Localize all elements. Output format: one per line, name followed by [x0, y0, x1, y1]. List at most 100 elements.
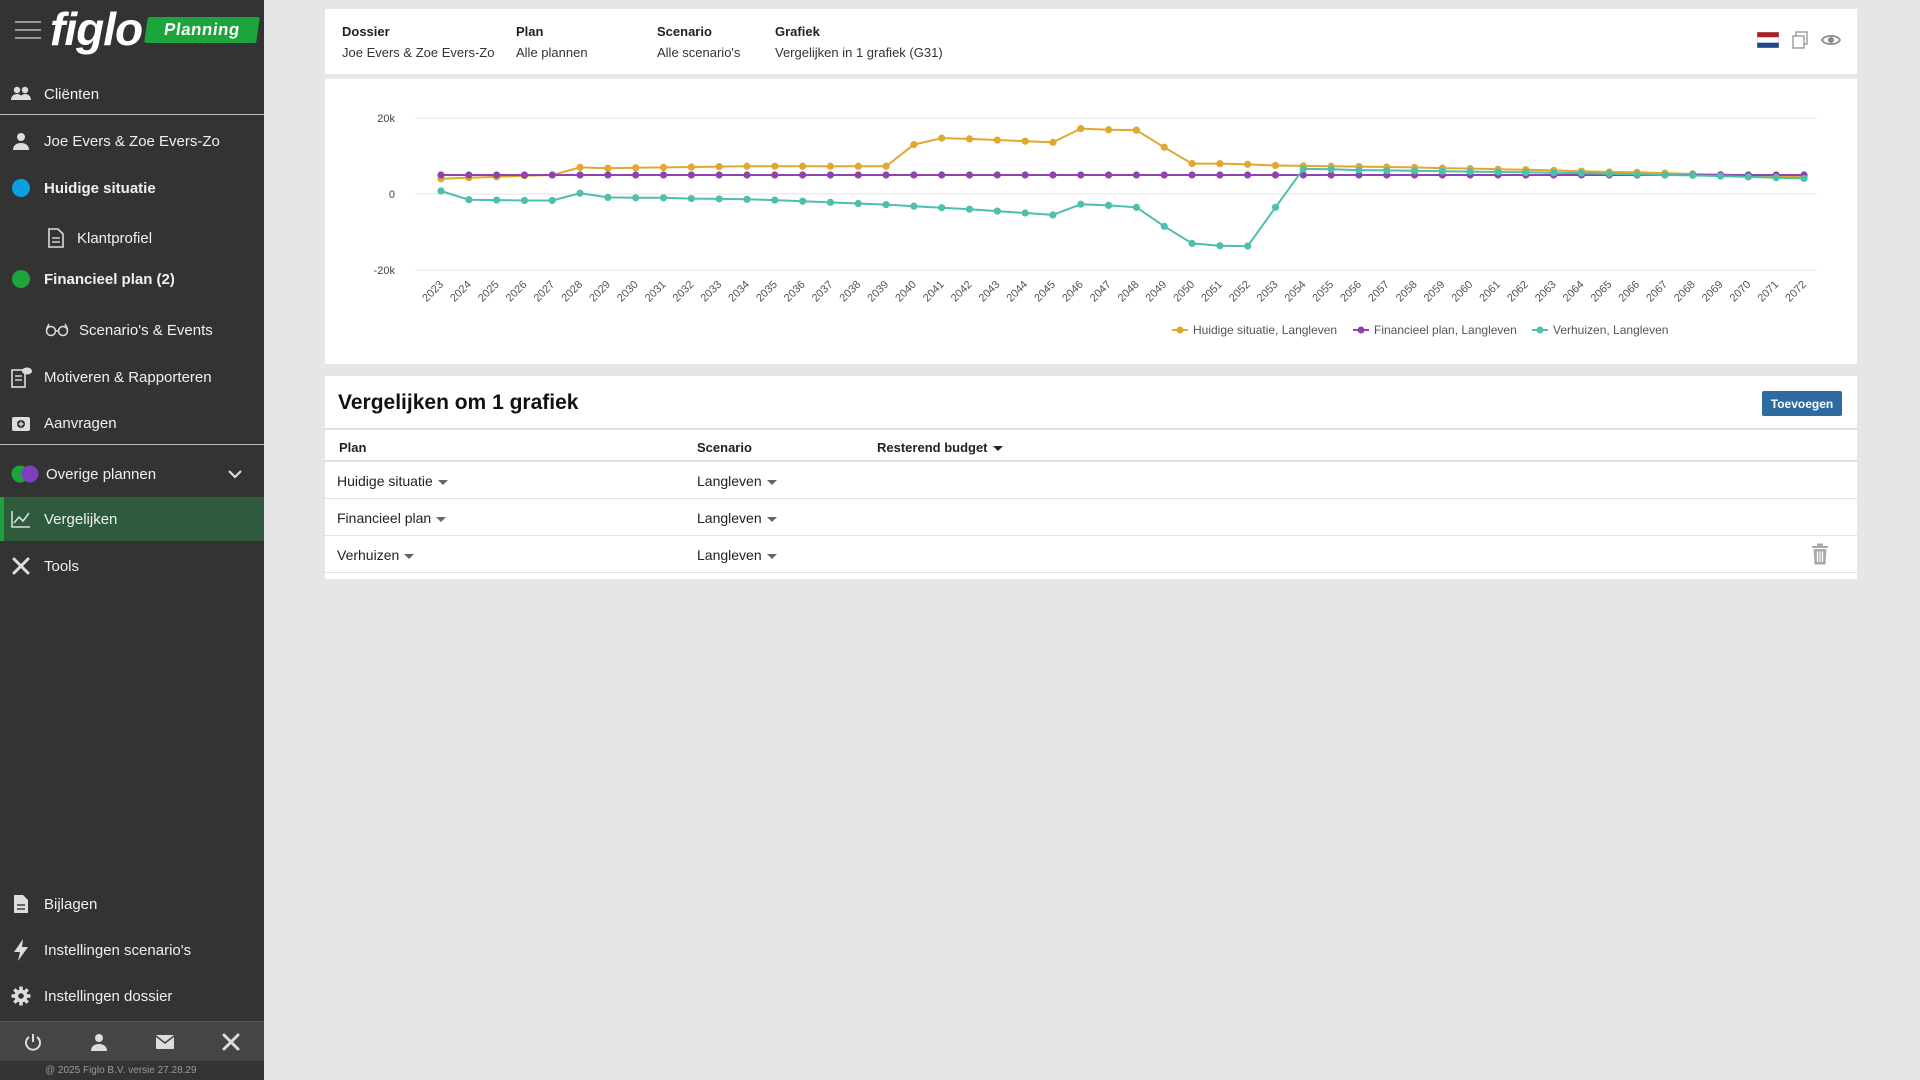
x-tick-label: 2034 [726, 279, 752, 305]
copy-icon[interactable] [1791, 31, 1809, 54]
x-tick-label: 2052 [1227, 279, 1253, 305]
legend-swatch-dot [1176, 326, 1184, 334]
data-point [1800, 174, 1808, 183]
legend-label: Financieel plan, Langleven [1374, 323, 1517, 337]
sidebar-item-label: Overige plannen [46, 465, 157, 483]
x-tick-label: 2048 [1116, 279, 1142, 305]
figlo-logo: figlo [50, 3, 143, 55]
x-tick-label: 2042 [949, 279, 975, 305]
data-point [1410, 167, 1419, 175]
data-point [1244, 171, 1252, 179]
chevron-down-icon[interactable] [228, 466, 242, 483]
column-header-label: Resterend budget [877, 440, 988, 455]
gear-icon [10, 985, 32, 1007]
y-tick-label: 0 [389, 189, 395, 201]
sidebar-item-huidige-situatie[interactable]: Huidige situatie [0, 166, 264, 210]
sidebar-item-scenarios-events[interactable]: Scenario's & Events [0, 308, 264, 352]
x-tick-label: 2043 [977, 279, 1003, 305]
x-tick-label: 2064 [1561, 279, 1587, 305]
sidebar-item-instellingen-dossier[interactable]: Instellingen dossier [0, 974, 264, 1018]
data-point [1716, 172, 1725, 180]
dutch-flag-icon[interactable] [1756, 31, 1780, 53]
data-point [854, 171, 862, 179]
header-grafiek[interactable]: Grafiek Vergelijken in 1 grafiek (G31) [775, 24, 943, 60]
data-point [632, 164, 640, 172]
data-point [993, 136, 1001, 144]
data-point [1049, 211, 1057, 219]
scenario-dropdown[interactable]: Langleven [697, 547, 777, 563]
sidebar-item-financieel-plan[interactable]: Financieel plan (2) [0, 257, 264, 301]
hamburger-menu-icon[interactable] [15, 19, 41, 41]
scenario-dropdown[interactable]: Langleven [697, 473, 777, 489]
plan-value: Huidige situatie [337, 473, 433, 489]
data-point [1522, 168, 1530, 176]
sidebar-item-clienten[interactable]: Cliënten [0, 72, 264, 116]
header-dossier[interactable]: Dossier Joe Evers & Zoe Evers-Zo [342, 24, 494, 60]
scenario-label: Scenario [657, 24, 712, 39]
sidebar-item-motiveren-rapporteren[interactable]: Motiveren & Rapporteren [0, 355, 264, 399]
glasses-icon [45, 319, 69, 341]
x-tick-label: 2044 [1004, 279, 1030, 305]
x-tick-label: 2067 [1644, 279, 1670, 305]
sidebar-item-tools[interactable]: Tools [0, 544, 264, 588]
series-line [440, 127, 1805, 180]
sidebar-divider [0, 444, 264, 445]
user-icon[interactable] [79, 1022, 119, 1062]
column-header-resterend-budget[interactable]: Resterend budget [877, 440, 1003, 455]
sidebar-item-aanvragen[interactable]: Aanvragen [0, 401, 264, 445]
data-point [993, 171, 1001, 179]
sidebar-item-instellingen-scenarios[interactable]: Instellingen scenario's [0, 928, 264, 972]
data-point [826, 162, 835, 170]
header-scenario[interactable]: Scenario Alle scenario's [657, 24, 740, 60]
data-point [1132, 171, 1141, 179]
trash-icon[interactable] [1811, 543, 1829, 568]
mail-icon[interactable] [145, 1022, 185, 1062]
sidebar-item-klantprofiel[interactable]: Klantprofiel [0, 216, 264, 260]
caret-down-icon [766, 553, 777, 559]
sidebar-bottom-bar [0, 1021, 264, 1061]
power-icon[interactable] [13, 1022, 53, 1062]
plan-dropdown[interactable]: Financieel plan [337, 510, 447, 526]
data-point [548, 196, 556, 205]
sidebar-item-vergelijken[interactable]: Vergelijken [0, 497, 264, 541]
caret-down-icon [437, 479, 448, 485]
data-point [493, 171, 501, 179]
data-point [520, 171, 529, 179]
sidebar-item-client-name[interactable]: Joe Evers & Zoe Evers-Zo [0, 119, 264, 163]
x-tick-label: 2069 [1700, 279, 1726, 305]
x-tick-label: 2035 [754, 279, 780, 305]
sidebar-item-bijlagen[interactable]: Bijlagen [0, 882, 264, 926]
caret-down-icon [766, 516, 777, 522]
data-point [1104, 126, 1113, 134]
data-point [1744, 173, 1752, 181]
x-tick-label: 2055 [1310, 279, 1336, 305]
sidebar-item-label: Tools [44, 557, 80, 575]
sidebar-item-label: Klantprofiel [77, 229, 153, 247]
legend-label: Huidige situatie, Langleven [1193, 323, 1337, 337]
caret-down-icon [992, 446, 1003, 452]
data-point [1077, 200, 1085, 208]
data-point [1021, 137, 1029, 145]
x-tick-label: 2045 [1032, 279, 1058, 305]
data-point [1689, 171, 1697, 179]
sidebar-divider [0, 114, 264, 115]
plan-dropdown[interactable]: Verhuizen [337, 547, 415, 563]
plan-value: Alle plannen [516, 45, 588, 60]
sidebar-item-label: Joe Evers & Zoe Evers-Zo [44, 132, 220, 150]
eye-icon[interactable] [1820, 33, 1842, 52]
plan-dropdown[interactable]: Huidige situatie [337, 473, 448, 489]
data-point [1188, 160, 1196, 168]
data-point [854, 199, 862, 208]
users-icon [10, 83, 32, 105]
data-point [687, 171, 695, 179]
tools-icon[interactable] [211, 1022, 251, 1062]
sidebar-item-overige-plannen[interactable]: Overige plannen [0, 452, 264, 496]
scenario-dropdown[interactable]: Langleven [697, 510, 777, 526]
data-point [465, 196, 473, 204]
tools-icon [10, 555, 32, 577]
header-plan[interactable]: Plan Alle plannen [516, 24, 588, 60]
add-button[interactable]: Toevoegen [1762, 391, 1842, 416]
x-tick-label: 2026 [504, 279, 530, 305]
plan-value: Financieel plan [337, 510, 432, 526]
x-tick-label: 2068 [1672, 279, 1698, 305]
